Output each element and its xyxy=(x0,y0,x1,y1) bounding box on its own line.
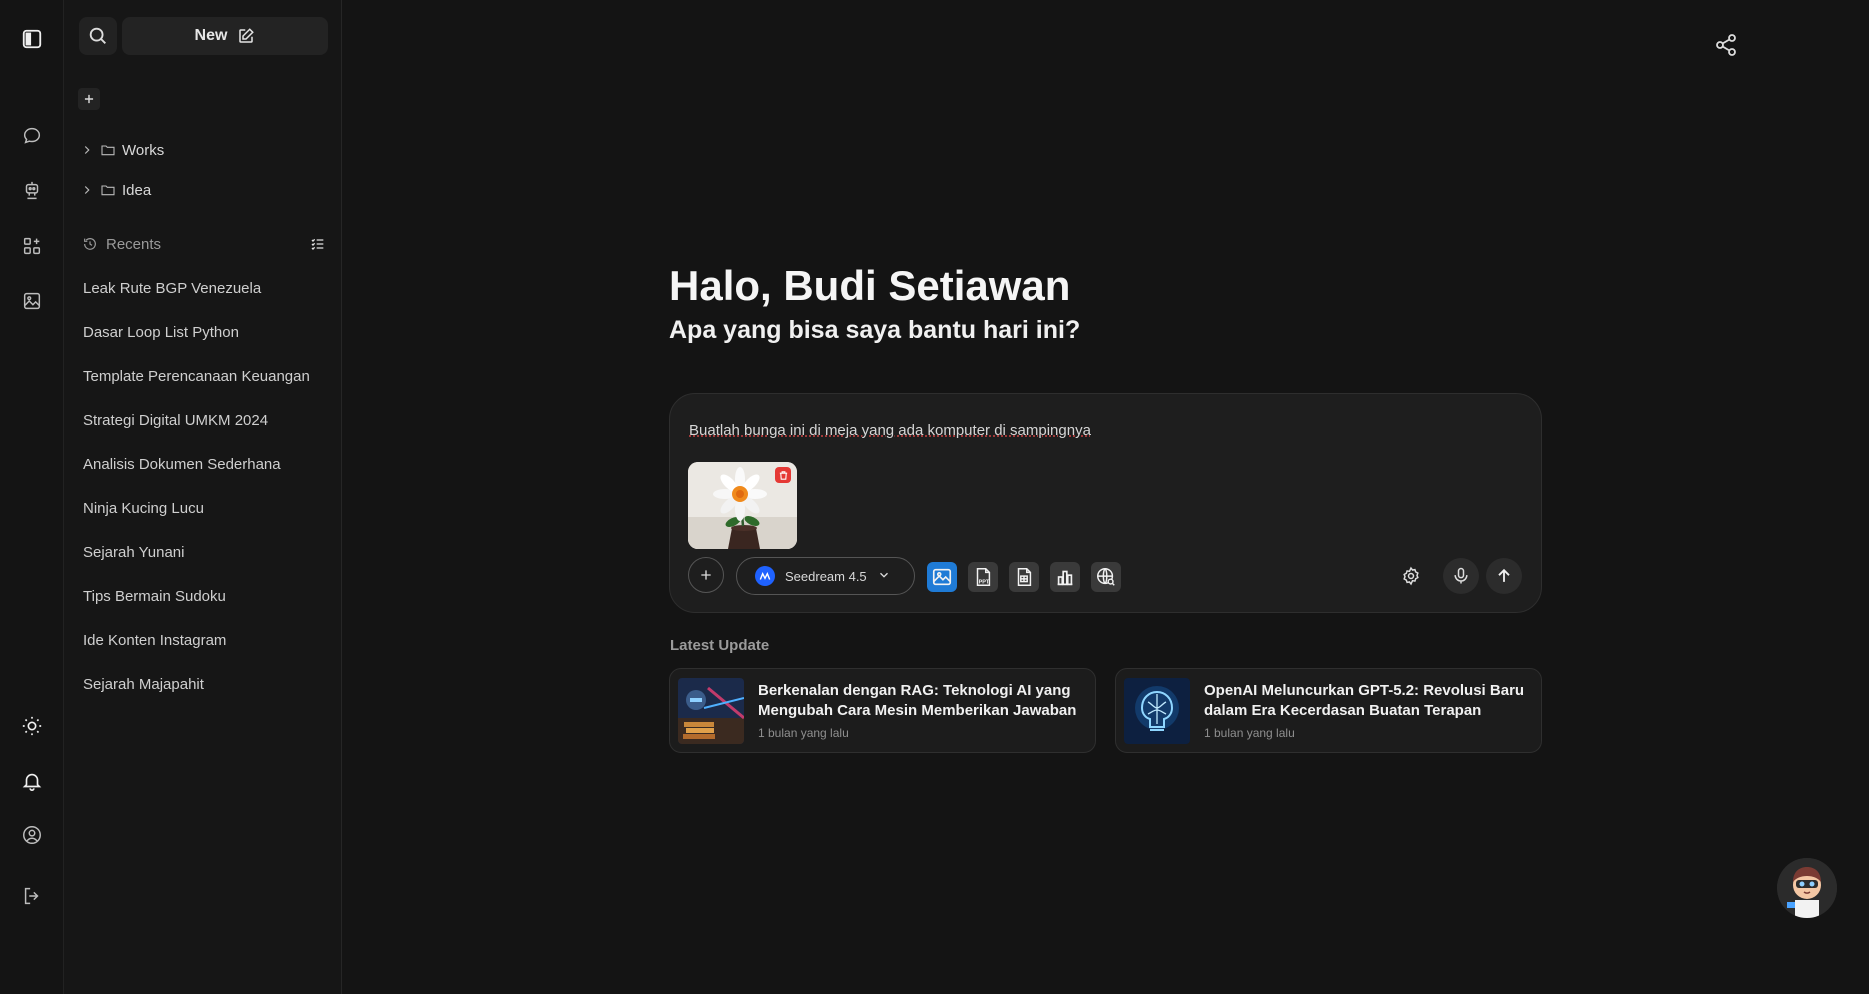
chevron-right-icon xyxy=(84,186,90,194)
ppt-icon: PPT xyxy=(976,568,991,586)
settings-button[interactable] xyxy=(1393,558,1429,594)
gallery-nav-button[interactable] xyxy=(16,285,48,317)
recent-item[interactable]: Dasar Loop List Python xyxy=(83,324,239,341)
user-circle-icon xyxy=(23,826,41,844)
folder-icon xyxy=(101,145,115,156)
app-root: New Works Idea Recents Leak Rute BGP Ven… xyxy=(0,0,1869,994)
gear-icon xyxy=(1403,566,1419,586)
apps-icon xyxy=(23,237,41,255)
search-icon xyxy=(89,27,106,44)
robot-icon xyxy=(25,181,39,200)
plus-icon xyxy=(701,570,711,580)
chevron-down-icon xyxy=(879,572,888,578)
image-icon xyxy=(23,292,41,310)
sidebar: New Works Idea Recents Leak Rute BGP Ven… xyxy=(64,0,342,994)
recents-label: Recents xyxy=(106,235,162,253)
recent-item[interactable]: Template Perencanaan Keuangan xyxy=(83,368,310,385)
chart-icon xyxy=(1057,570,1073,586)
list-check-icon[interactable] xyxy=(310,236,326,252)
chat-nav-button[interactable] xyxy=(16,120,48,152)
bell-icon xyxy=(22,773,42,791)
latest-update-heading: Latest Update xyxy=(670,637,770,654)
model-name: Seedream 4.5 xyxy=(785,568,867,584)
chat-icon xyxy=(23,127,41,144)
spreadsheet-tool[interactable] xyxy=(1009,562,1039,592)
folder-idea[interactable]: Idea xyxy=(80,178,151,202)
folder-label: Idea xyxy=(122,181,152,199)
gpt-article-thumbnail xyxy=(1124,678,1190,744)
profile-button[interactable] xyxy=(16,819,48,851)
toggle-sidebar-button[interactable] xyxy=(16,23,48,55)
web-search-tool[interactable] xyxy=(1091,562,1121,592)
assistant-avatar-icon xyxy=(1777,858,1837,918)
spreadsheet-icon xyxy=(1017,568,1032,586)
chevron-right-icon xyxy=(84,146,90,154)
recent-item[interactable]: Leak Rute BGP Venezuela xyxy=(83,280,261,297)
recent-item[interactable]: Analisis Dokumen Sederhana xyxy=(83,456,281,473)
history-icon xyxy=(84,238,96,250)
share-icon xyxy=(1716,34,1736,56)
image-generation-tool[interactable] xyxy=(927,562,957,592)
agents-nav-button[interactable] xyxy=(16,175,48,207)
update-card[interactable]: OpenAI Meluncurkan GPT-5.2: Revolusi Bar… xyxy=(1115,668,1542,753)
share-button[interactable] xyxy=(1714,33,1738,57)
apps-nav-button[interactable] xyxy=(16,230,48,262)
plus-icon xyxy=(84,94,94,104)
logout-button[interactable] xyxy=(16,880,48,912)
recent-item[interactable]: Ide Konten Instagram xyxy=(83,632,226,649)
chart-tool[interactable] xyxy=(1050,562,1080,592)
attach-button[interactable] xyxy=(688,557,724,593)
assistant-avatar-button[interactable] xyxy=(1777,858,1837,918)
add-folder-button[interactable] xyxy=(78,88,100,110)
folder-icon xyxy=(101,185,115,196)
edit-icon xyxy=(239,28,255,43)
notifications-button[interactable] xyxy=(16,765,48,797)
attached-image[interactable] xyxy=(688,462,797,549)
svg-text:PPT: PPT xyxy=(979,579,990,585)
recent-item[interactable]: Ninja Kucing Lucu xyxy=(83,500,204,517)
image-icon xyxy=(932,568,952,586)
presentation-tool[interactable]: PPT xyxy=(968,562,998,592)
prompt-composer: Buatlah bunga ini di meja yang ada kompu… xyxy=(669,393,1542,613)
update-card[interactable]: Berkenalan dengan RAG: Teknologi AI yang… xyxy=(669,668,1096,753)
sun-icon xyxy=(22,716,42,736)
rag-article-thumbnail xyxy=(678,678,744,744)
update-title: OpenAI Meluncurkan GPT-5.2: Revolusi Bar… xyxy=(1204,682,1525,719)
greeting-subtitle: Apa yang bisa saya bantu hari ini? xyxy=(669,316,1081,344)
recent-item[interactable]: Tips Bermain Sudoku xyxy=(83,588,226,605)
arrow-up-icon xyxy=(1498,568,1510,582)
delete-attachment-button[interactable] xyxy=(775,467,791,483)
voice-input-button[interactable] xyxy=(1443,558,1479,594)
recent-item[interactable]: Sejarah Yunani xyxy=(83,544,184,561)
web-search-icon xyxy=(1097,568,1115,586)
update-time: 1 bulan yang lalu xyxy=(758,726,849,740)
theme-toggle-button[interactable] xyxy=(16,710,48,742)
trash-icon xyxy=(779,470,787,480)
send-button[interactable] xyxy=(1486,558,1522,594)
greeting-title: Halo, Budi Setiawan xyxy=(669,262,1071,309)
update-time: 1 bulan yang lalu xyxy=(1204,726,1295,740)
logout-icon xyxy=(24,887,39,905)
microphone-icon xyxy=(1454,567,1468,584)
folder-label: Works xyxy=(122,141,165,159)
sidebar-toggle-icon xyxy=(22,29,42,49)
icon-rail xyxy=(0,0,64,994)
model-selector[interactable]: Seedream 4.5 xyxy=(736,557,915,595)
model-logo-icon xyxy=(755,566,775,586)
recent-item[interactable]: Strategi Digital UMKM 2024 xyxy=(83,412,268,429)
prompt-input[interactable]: Buatlah bunga ini di meja yang ada kompu… xyxy=(689,422,1091,439)
new-chat-label: New xyxy=(194,27,228,44)
recents-header: Recents xyxy=(82,232,326,256)
recent-item[interactable]: Sejarah Majapahit xyxy=(83,676,204,693)
folder-works[interactable]: Works xyxy=(80,138,164,162)
new-chat-button[interactable]: New xyxy=(122,17,328,55)
update-title: Berkenalan dengan RAG: Teknologi AI yang… xyxy=(758,682,1077,719)
search-button[interactable] xyxy=(79,17,117,55)
